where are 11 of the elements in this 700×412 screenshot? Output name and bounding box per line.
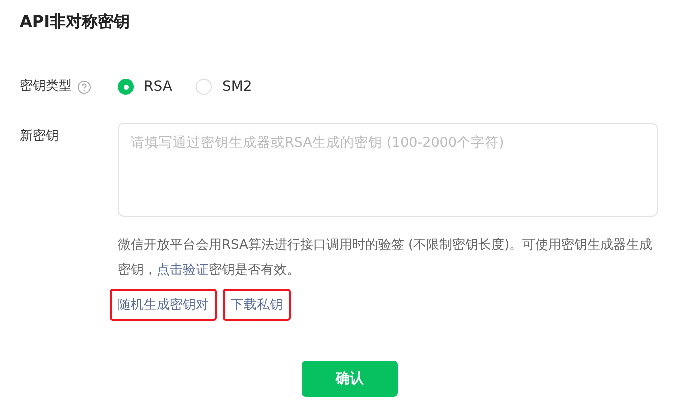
page-title: API非对称密钥	[20, 12, 132, 33]
action-link[interactable]: 下载私钥	[223, 289, 291, 321]
verify-link[interactable]: 点击验证	[157, 263, 209, 278]
hint-text: 微信开放平台会用RSA算法进行接口调用时的验签 (不限制密钥长度)。可使用密钥生成器生成密钥，点击验证密钥是否有效。	[118, 237, 654, 280]
field-label: 密钥类型	[20, 78, 72, 96]
radio-option[interactable]: SM2	[196, 77, 252, 97]
help-icon[interactable]	[78, 80, 91, 94]
action-link[interactable]: 随机生成密钥对	[110, 289, 217, 321]
radio-option[interactable]: RSA	[118, 77, 172, 97]
key-input[interactable]: 请填写通过密钥生成器或RSA生成的密钥 (100-2000个字符)	[118, 123, 658, 217]
field-label: 新密钥	[20, 128, 59, 146]
